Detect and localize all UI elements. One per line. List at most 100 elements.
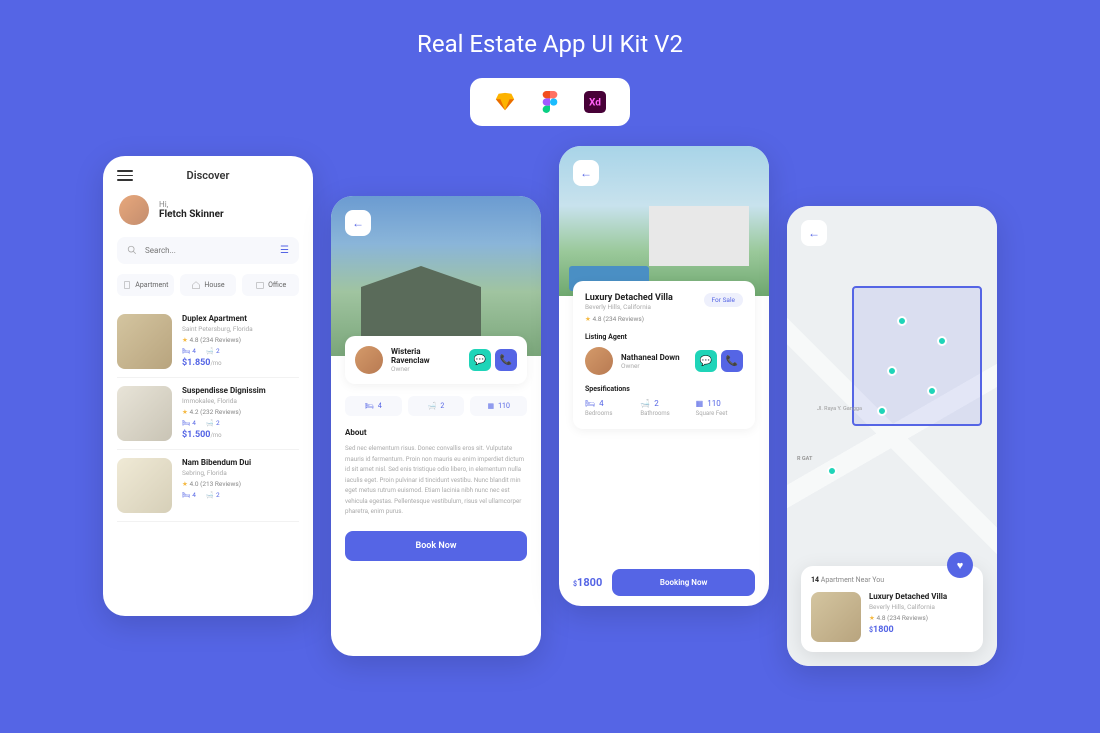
nearby-image <box>811 592 861 642</box>
listings-container: Duplex Apartment Saint Petersburg, Flori… <box>103 306 313 522</box>
category-apartment[interactable]: Apartment <box>117 274 174 296</box>
sketch-icon <box>492 89 518 115</box>
map-pin[interactable] <box>937 336 947 346</box>
villa-price: $1800 <box>573 576 602 589</box>
star-icon: ★ <box>869 614 875 622</box>
chat-button[interactable]: 💬 <box>695 350 717 372</box>
bath-icon: 🛁 2 <box>206 419 220 427</box>
listing-item[interactable]: Duplex Apartment Saint Petersburg, Flori… <box>117 306 299 378</box>
listing-title: Nam Bibendum Dui <box>182 458 299 467</box>
agent-role: Owner <box>621 362 687 370</box>
spec-bathrooms: 🛁 2 Bathrooms <box>640 399 687 417</box>
nearby-location: Beverly Hills, California <box>869 603 947 611</box>
detail-screen: ← Wisteria Ravenclaw Owner 💬 📞 🛏 4 🛁 2 ▦… <box>331 196 541 656</box>
page-title: Real Estate App UI Kit V2 <box>0 0 1100 58</box>
villa-location: Beverly Hills, California <box>585 303 673 311</box>
back-button[interactable]: ← <box>801 220 827 246</box>
villa-title: Luxury Detached Villa <box>585 293 673 303</box>
nearby-price: $1800 <box>869 625 947 635</box>
star-icon: ★ <box>182 336 188 344</box>
hero-image: ← <box>331 196 541 356</box>
search-bar[interactable]: ☰ <box>117 237 299 264</box>
favorite-button[interactable]: ♥ <box>947 552 973 578</box>
listing-location: Saint Petersburg, Florida <box>182 325 299 333</box>
villa-card: Luxury Detached Villa Beverly Hills, Cal… <box>573 281 755 429</box>
booking-now-button[interactable]: Booking Now <box>612 569 755 596</box>
spec-area: ▦ 110 <box>470 396 527 416</box>
search-icon <box>127 245 137 255</box>
listing-rating: ★ 4.0 (213 Reviews) <box>182 480 299 488</box>
spec-bedrooms: 🛏 4 Bedrooms <box>585 399 632 417</box>
map-pin[interactable] <box>897 316 907 326</box>
listing-title: Suspendisse Dignissim <box>182 386 299 395</box>
category-house[interactable]: House <box>180 274 237 296</box>
nearby-card: ♥ 14 Apartment Near You Luxury Detached … <box>801 566 983 652</box>
owner-role: Owner <box>391 365 461 373</box>
about-title: About <box>345 428 527 437</box>
svg-text:Xd: Xd <box>589 98 601 109</box>
discover-header: Discover <box>103 156 313 195</box>
bath-icon: 🛁 2 <box>206 491 220 499</box>
star-icon: ★ <box>182 408 188 416</box>
back-button[interactable]: ← <box>345 210 371 236</box>
search-input[interactable] <box>145 246 272 255</box>
map-screen: ← Jl. Raya Y. Gangga R GAT ♥ 14 Apartmen… <box>787 206 997 666</box>
agent-name: Nathaneal Down <box>621 353 687 362</box>
villa-screen: ← Luxury Detached Villa Beverly Hills, C… <box>559 146 769 606</box>
area-label: R GAT <box>797 456 812 462</box>
call-button[interactable]: 📞 <box>495 349 517 371</box>
listing-image <box>117 458 172 513</box>
chat-button[interactable]: 💬 <box>469 349 491 371</box>
tool-icons-card: Xd <box>470 78 630 126</box>
greeting-row: Hi, Fletch Skinner <box>103 195 313 237</box>
owner-avatar[interactable] <box>355 346 383 374</box>
hero-image: ← <box>559 146 769 296</box>
xd-icon: Xd <box>582 89 608 115</box>
agent-label: Listing Agent <box>585 333 743 341</box>
user-avatar[interactable] <box>119 195 149 225</box>
nearby-label: 14 Apartment Near You <box>811 576 973 584</box>
listing-location: Immokalee, Florida <box>182 397 299 405</box>
greeting-text: Hi, <box>159 200 224 209</box>
nearby-rating: ★ 4.8 (234 Reviews) <box>869 614 947 622</box>
nearby-item[interactable]: Luxury Detached Villa Beverly Hills, Cal… <box>811 592 973 642</box>
listing-location: Sebring, Florida <box>182 469 299 477</box>
listing-rating: ★ 4.8 (234 Reviews) <box>182 336 299 344</box>
listing-item[interactable]: Suspendisse Dignissim Immokalee, Florida… <box>117 378 299 450</box>
about-section: About Sed nec elementum risus. Donec con… <box>331 428 541 517</box>
listing-price: $1.850/mo <box>182 358 299 368</box>
header-title: Discover <box>187 169 230 182</box>
menu-icon[interactable] <box>117 170 133 181</box>
bath-icon: 🛁 2 <box>206 347 220 355</box>
discover-screen: Discover Hi, Fletch Skinner ☰ Apartment … <box>103 156 313 616</box>
about-text: Sed nec elementum risus. Donec convallis… <box>345 443 527 517</box>
filter-icon[interactable]: ☰ <box>280 245 289 256</box>
house-graphic <box>361 266 481 336</box>
book-now-button[interactable]: Book Now <box>345 531 527 561</box>
listing-image <box>117 386 172 441</box>
bed-icon: 🛏 4 <box>182 491 196 499</box>
listing-item[interactable]: Nam Bibendum Dui Sebring, Florida ★ 4.0 … <box>117 450 299 522</box>
listing-price: $1.500/mo <box>182 430 299 440</box>
category-office[interactable]: Office <box>242 274 299 296</box>
villa-graphic <box>649 206 749 266</box>
villa-rating: ★ 4.8 (234 Reviews) <box>585 315 743 323</box>
back-button[interactable]: ← <box>573 160 599 186</box>
bed-icon: 🛏 4 <box>182 347 196 355</box>
map-view[interactable]: ← Jl. Raya Y. Gangga R GAT ♥ 14 Apartmen… <box>787 206 997 666</box>
spec-beds: 🛏 4 <box>345 396 402 416</box>
listing-image <box>117 314 172 369</box>
call-button[interactable]: 📞 <box>721 350 743 372</box>
map-pin[interactable] <box>827 466 837 476</box>
agent-avatar[interactable] <box>585 347 613 375</box>
listing-title: Duplex Apartment <box>182 314 299 323</box>
star-icon: ★ <box>182 480 188 488</box>
owner-card: Wisteria Ravenclaw Owner 💬 📞 <box>345 336 527 384</box>
map-pin[interactable] <box>927 386 937 396</box>
category-row: Apartment House Office <box>103 274 313 306</box>
spec-area: ▦ 110 Square Feet <box>696 399 743 417</box>
spec-label: Spesifications <box>585 385 743 393</box>
nearby-title: Luxury Detached Villa <box>869 592 947 601</box>
map-pin[interactable] <box>887 366 897 376</box>
map-pin[interactable] <box>877 406 887 416</box>
